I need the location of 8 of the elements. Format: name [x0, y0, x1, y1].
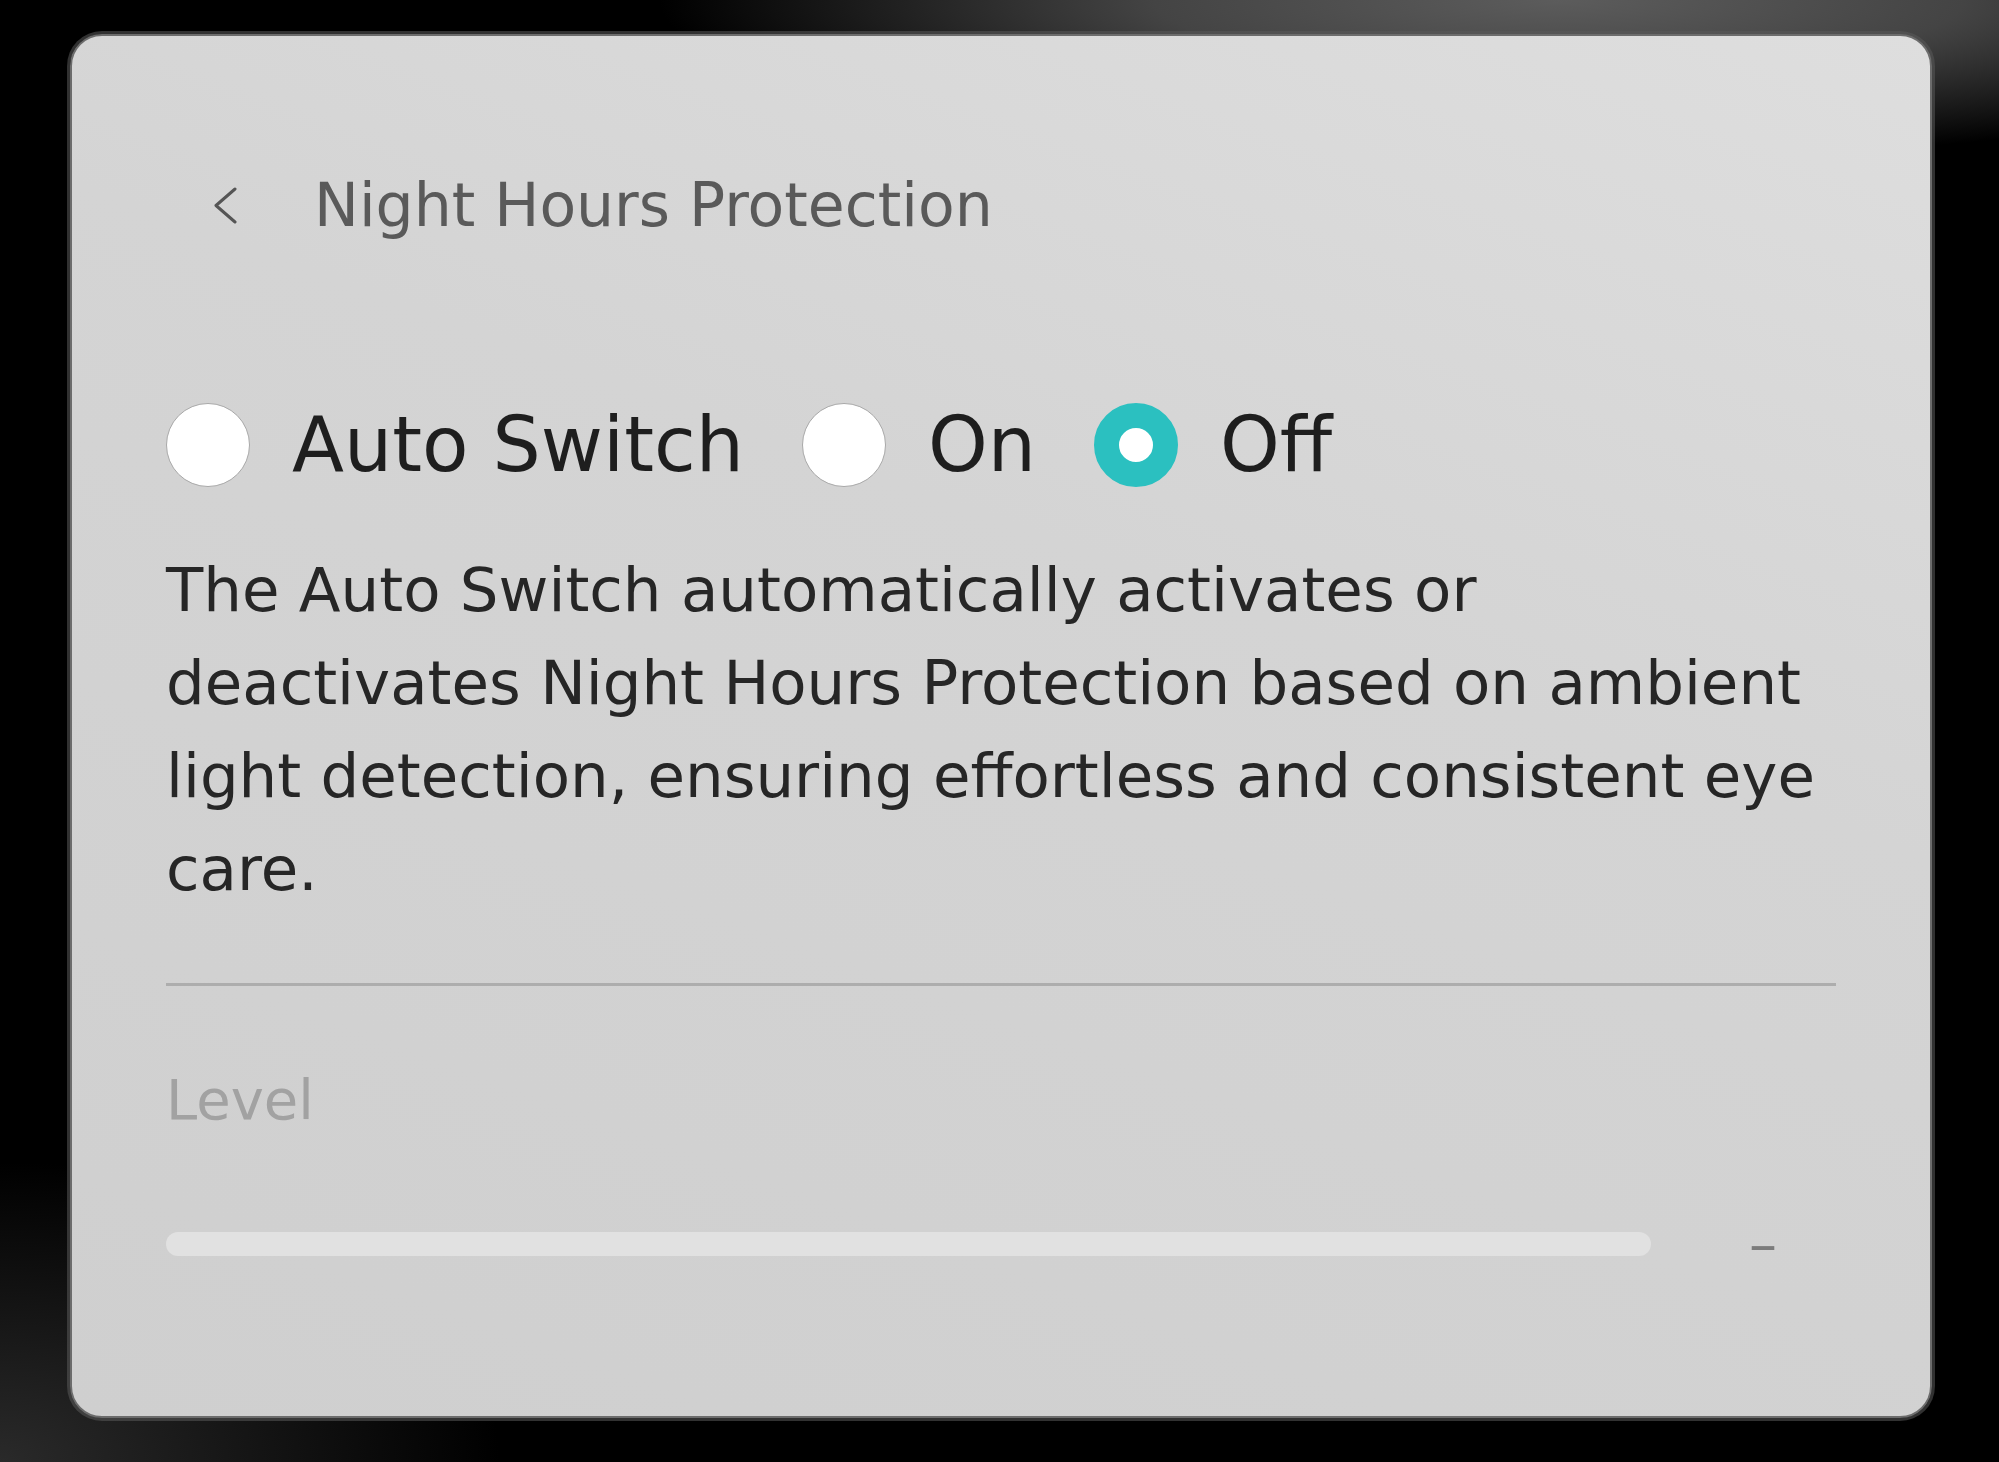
back-button[interactable] [213, 186, 238, 224]
chevron-left-icon [213, 186, 238, 224]
radio-label[interactable]: On [927, 400, 1036, 490]
level-reading: – [1749, 1214, 1777, 1274]
radio-label[interactable]: Auto Switch [292, 400, 744, 490]
radio-label[interactable]: Off [1219, 400, 1333, 490]
description-text: The Auto Switch automatically activates or deactivates Night Hours Protection based on ambient light detection, ensuring effortless and consistent eye care. [166, 553, 1816, 906]
page-title: Night Hours Protection [314, 169, 993, 241]
